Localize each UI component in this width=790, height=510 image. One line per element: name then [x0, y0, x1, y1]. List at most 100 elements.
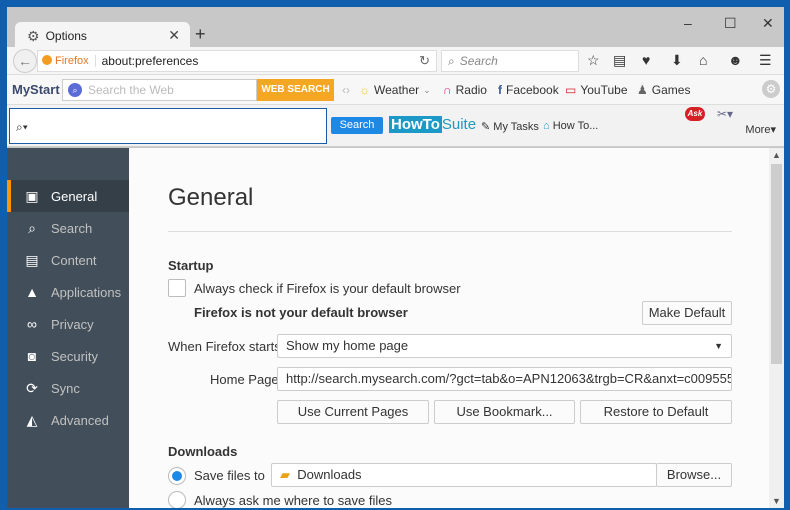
not-default-status: Firefox is not your default browser: [194, 305, 408, 320]
tab-options[interactable]: ⚙ Options ✕: [15, 22, 190, 50]
settings-gear-icon[interactable]: ⚙: [762, 80, 780, 98]
downloads-heading: Downloads: [168, 444, 238, 459]
pocket-icon[interactable]: ♥: [642, 52, 650, 68]
sidebar-item-sync[interactable]: ⟳ Sync: [7, 372, 129, 404]
tv-icon: ▭: [565, 83, 577, 97]
radio-link[interactable]: ∩ Radio: [443, 83, 487, 97]
search-placeholder: Search: [459, 54, 498, 68]
back-button[interactable]: ←: [13, 49, 37, 73]
dropdown-caret-icon: ▼: [714, 341, 723, 351]
sidebar-item-applications[interactable]: ▲ Applications: [7, 276, 129, 308]
sidebar-item-label: Advanced: [51, 412, 109, 428]
sidebar-item-label: Search: [51, 220, 93, 236]
tools-icon[interactable]: ✂▾: [717, 107, 733, 121]
folder-icon: ▰: [280, 467, 290, 482]
always-check-default-label[interactable]: Always check if Firefox is your default …: [194, 281, 461, 296]
reload-icon[interactable]: ↻: [419, 53, 430, 69]
minimize-button[interactable]: –: [684, 15, 692, 31]
mystart-toolbar: MyStart ⌕ Search the Web WEB SEARCH ‹› ☼…: [7, 75, 784, 105]
sidebar-item-privacy[interactable]: ∞ Privacy: [7, 308, 129, 340]
preferences-sidebar: ▣ General ⌕ Search ▤ Content ▲ Applications …: [7, 148, 129, 508]
sidebar-item-search[interactable]: ⌕ Search: [7, 212, 129, 244]
radio-label: Radio: [455, 83, 487, 97]
sidebar-item-advanced[interactable]: ◭ Advanced: [7, 404, 129, 436]
browse-button[interactable]: Browse...: [656, 463, 732, 487]
chevron-down-icon[interactable]: ⌄: [423, 85, 431, 96]
close-window-button[interactable]: ✕: [762, 15, 774, 32]
howto-search-input[interactable]: ⌕▾: [9, 108, 327, 144]
when-starts-value: Show my home page: [286, 338, 409, 353]
mystart-logo: MyStart: [12, 82, 60, 97]
new-tab-button[interactable]: +: [195, 24, 206, 45]
when-starts-select[interactable]: Show my home page ▼: [277, 334, 732, 358]
lock-icon: ◙: [27, 348, 37, 364]
wizard-hat-icon: ◭: [26, 411, 38, 428]
startup-heading: Startup: [168, 258, 214, 273]
sidebar-item-label: General: [51, 188, 98, 204]
always-check-default-checkbox[interactable]: [168, 279, 186, 297]
logo-rest-text: Suite: [441, 116, 477, 133]
home-icon[interactable]: ⌂: [699, 52, 707, 68]
always-ask-radio[interactable]: [168, 491, 186, 508]
url-bar[interactable]: Firefox about:preferences ↻: [37, 50, 437, 72]
document-icon: ▤: [25, 251, 39, 268]
toolbar-scroll-icon[interactable]: ‹›: [342, 83, 350, 97]
scrollbar-thumb[interactable]: [771, 164, 782, 364]
sidebar-item-label: Applications: [51, 284, 122, 300]
house-icon: ⌂: [543, 120, 550, 132]
how-to-label: How To...: [552, 120, 599, 132]
ask-icon[interactable]: Ask: [685, 107, 705, 121]
sidebar-item-label: Privacy: [51, 316, 94, 332]
use-current-pages-button[interactable]: Use Current Pages: [277, 400, 429, 424]
when-starts-label: When Firefox starts:: [168, 339, 285, 354]
close-tab-icon[interactable]: ✕: [168, 27, 180, 44]
weather-link[interactable]: ☼ Weather ⌄: [359, 83, 431, 97]
scroll-up-icon[interactable]: ▲: [772, 150, 781, 160]
gear-icon: ⚙: [27, 27, 40, 44]
general-icon: ▣: [25, 187, 39, 204]
howto-search-button[interactable]: Search: [331, 117, 383, 134]
home-page-input[interactable]: http://search.mysearch.com/?gct=tab&o=AP…: [277, 367, 732, 391]
download-folder-field[interactable]: ▰ Downloads: [271, 463, 657, 487]
restore-default-button[interactable]: Restore to Default: [580, 400, 732, 424]
maximize-button[interactable]: ☐: [724, 15, 737, 32]
sidebar-item-content[interactable]: ▤ Content: [7, 244, 129, 276]
facebook-link[interactable]: f Facebook: [498, 83, 559, 97]
bookmark-star-icon[interactable]: ☆: [587, 52, 600, 69]
make-default-button[interactable]: Make Default: [642, 301, 732, 325]
page-title: General: [168, 184, 254, 211]
smiley-icon[interactable]: ☻: [728, 52, 743, 68]
youtube-link[interactable]: ▭ YouTube: [565, 83, 628, 97]
url-text[interactable]: about:preferences: [96, 54, 199, 68]
sync-icon: ⟳: [26, 379, 38, 396]
mystart-search-input[interactable]: ⌕ Search the Web: [62, 79, 257, 101]
download-folder-value: Downloads: [297, 467, 362, 482]
sidebar-item-label: Content: [51, 252, 97, 268]
identity-badge[interactable]: Firefox: [38, 55, 96, 67]
search-input[interactable]: ⌕ Search: [441, 50, 579, 72]
save-files-radio[interactable]: [168, 467, 186, 485]
how-to-link[interactable]: ⌂ How To...: [543, 120, 598, 132]
scroll-down-icon[interactable]: ▼: [772, 496, 781, 506]
howtosuite-toolbar: ⌕▾ Search HowTo Suite ✎ My Tasks ⌂ How To…: [7, 105, 784, 147]
firefox-icon: [42, 55, 52, 65]
tab-strip: ⚙ Options ✕ + – ☐ ✕: [7, 7, 784, 50]
search-icon: ⌕: [28, 219, 36, 236]
sidebar-item-general[interactable]: ▣ General: [7, 180, 129, 212]
search-icon: ⌕: [68, 83, 82, 97]
vertical-scrollbar[interactable]: ▲ ▼: [769, 148, 784, 508]
web-search-button[interactable]: WEB SEARCH: [257, 79, 334, 101]
bookmarks-list-icon[interactable]: ▤: [613, 52, 626, 69]
save-files-label[interactable]: Save files to: [194, 468, 265, 483]
my-tasks-label: My Tasks: [493, 121, 539, 133]
downloads-icon[interactable]: ⬇: [671, 52, 683, 69]
menu-icon[interactable]: ☰: [759, 52, 772, 69]
search-dropdown-icon[interactable]: ⌕▾: [16, 120, 28, 134]
always-ask-label[interactable]: Always ask me where to save files: [194, 493, 392, 508]
sidebar-item-label: Sync: [51, 380, 80, 396]
use-bookmark-button[interactable]: Use Bookmark...: [434, 400, 575, 424]
games-link[interactable]: ♟ Games: [637, 83, 690, 97]
more-button[interactable]: More▾: [745, 123, 776, 136]
my-tasks-link[interactable]: ✎ My Tasks: [481, 120, 539, 133]
sidebar-item-security[interactable]: ◙ Security: [7, 340, 129, 372]
